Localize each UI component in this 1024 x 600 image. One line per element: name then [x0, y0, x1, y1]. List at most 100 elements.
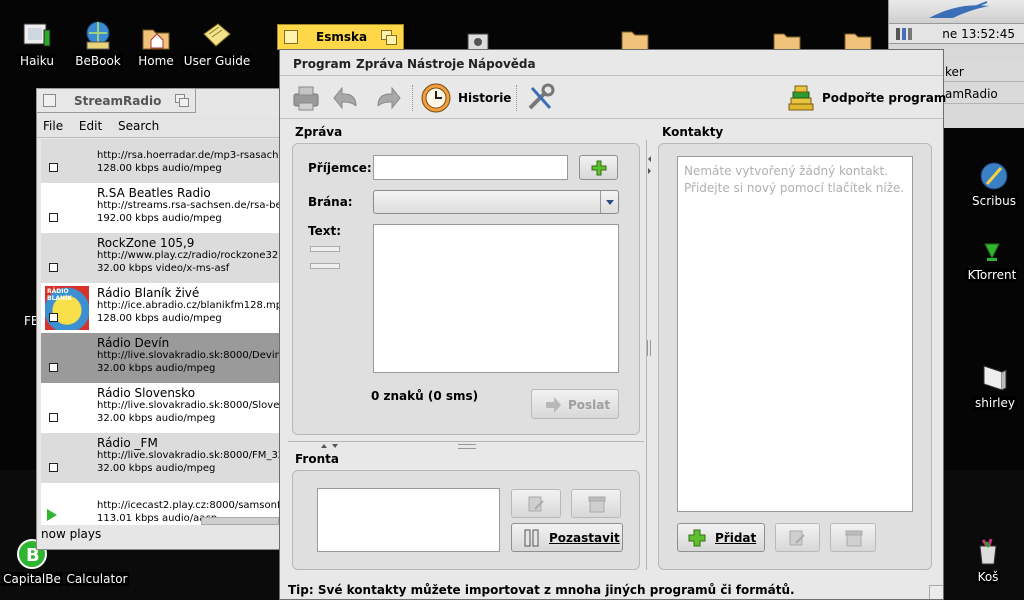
text-tool-button[interactable] [310, 263, 340, 269]
station-name: RockZone 105,9 [97, 236, 195, 250]
desktop-icon-shirley[interactable]: shirley [955, 362, 1024, 410]
print-button[interactable] [290, 82, 322, 114]
edit-queue-button[interactable] [511, 489, 561, 518]
support-button[interactable]: Podpořte program [786, 82, 946, 114]
disk-icon [978, 362, 1012, 394]
desktop-icon-ktorrent[interactable]: KTorrent [952, 240, 1024, 282]
pause-button[interactable]: Pozastavit [511, 523, 623, 552]
send-button[interactable]: Poslat [531, 389, 619, 419]
station-name: R.SA Beatles Radio [97, 186, 211, 200]
station-row[interactable]: http://rsa.hoerradar.de/mp3-rsasachs 128.… [41, 139, 279, 183]
contacts-empty-text: Nemáte vytvořený žádný kontakt. Přidejte… [684, 164, 905, 195]
splitter-arrows-icon[interactable] [647, 154, 652, 176]
resize-handle[interactable] [929, 585, 943, 599]
esmska-window: Program Zpráva Nástroje Nápověda Histori… [279, 49, 946, 600]
station-bitrate: 128.00 kbps audio/mpeg [97, 313, 222, 324]
pause-icon [524, 529, 539, 547]
station-list[interactable]: http://rsa.hoerradar.de/mp3-rsasachs 128.… [41, 139, 279, 525]
trash-icon [971, 536, 1005, 568]
window-title: StreamRadio [74, 94, 162, 108]
char-count: 0 znaků (0 sms) [371, 389, 479, 403]
undo-button[interactable] [332, 82, 362, 114]
redo-button[interactable] [372, 82, 402, 114]
gateway-label: Brána: [308, 195, 353, 209]
close-button[interactable] [284, 30, 298, 44]
menu-napoveda[interactable]: Nápověda [468, 57, 536, 71]
station-name: Rádio Devín [97, 336, 170, 350]
streamradio-window: StreamRadio File Edit Search http://rsa.… [36, 88, 284, 550]
edit-contact-button[interactable] [775, 523, 820, 552]
ktorrent-icon [975, 240, 1009, 266]
delete-queue-button[interactable] [571, 489, 621, 518]
menu-nastroje[interactable]: Nástroje [407, 57, 464, 71]
station-checkbox[interactable] [49, 163, 58, 172]
station-row[interactable]: R.SA Beatles Radio http://streams.rsa-sac… [41, 183, 279, 233]
station-url: http://live.slovakradio.sk:8000/Devin_ [97, 350, 279, 361]
delete-icon [845, 530, 863, 547]
station-row[interactable]: RockZone 105,9 http://www.play.cz/radio/r… [41, 233, 279, 283]
printer-icon [293, 86, 319, 111]
clock-icon [421, 83, 451, 113]
station-checkbox[interactable] [49, 363, 58, 372]
add-recipient-button[interactable] [579, 155, 618, 180]
station-checkbox[interactable] [49, 263, 58, 272]
text-label: Text: [308, 224, 342, 238]
desktop-icon-calculator[interactable]: Calculator [57, 548, 137, 586]
toolbar-separator [516, 85, 518, 111]
desktop-icon-scribus[interactable]: Scribus [954, 160, 1024, 208]
recipient-input[interactable] [373, 155, 568, 180]
delete-contact-button[interactable] [830, 523, 876, 552]
esmska-titlebar[interactable]: Esmska [277, 24, 404, 50]
station-checkbox[interactable] [49, 413, 58, 422]
history-button[interactable]: Historie [420, 82, 514, 114]
station-name: Rádio Slovensko [97, 386, 196, 400]
streamradio-titlebar[interactable]: StreamRadio [36, 88, 196, 113]
station-url: http://streams.rsa-sachsen.de/rsa-bea [97, 200, 279, 211]
send-label: Poslat [568, 398, 611, 412]
menu-program[interactable]: Program [293, 57, 351, 71]
menu-search[interactable]: Search [112, 117, 165, 135]
menu-zprava[interactable]: Zpráva [356, 57, 403, 71]
add-contact-button[interactable]: Přidat [677, 523, 765, 552]
settings-button[interactable] [524, 82, 556, 114]
station-row[interactable]: Rádio Devín http://live.slovakradio.sk:80… [41, 333, 279, 383]
station-bitrate: 32.00 kbps audio/mpeg [97, 413, 216, 424]
splitter-grip[interactable] [458, 444, 476, 449]
station-row[interactable]: RÁDIO BLANÍK Rádio Blaník živé http://ice.… [41, 283, 279, 333]
edit-icon [528, 496, 544, 512]
station-bitrate: 32.00 kbps audio/mpeg [97, 463, 216, 474]
list-scrollbar[interactable] [201, 517, 279, 525]
desktop-icon-user-guide[interactable]: User Guide [177, 20, 257, 68]
vertical-splitter[interactable] [646, 140, 651, 570]
menu-edit[interactable]: Edit [73, 117, 108, 135]
station-row[interactable]: Rádio Slovensko http://live.slovakradio.s… [41, 383, 279, 433]
add-contact-label: Přidat [715, 531, 757, 545]
deskbar-clock[interactable]: ne 13:52:45 [942, 27, 1015, 41]
esmska-toolbar: Historie Podpořte program [280, 77, 946, 119]
zoom-button[interactable] [175, 94, 189, 107]
desktop-icon-trash[interactable]: Koš [948, 536, 1024, 584]
queue-list[interactable] [317, 488, 500, 552]
station-row[interactable]: Rádio _FM http://live.slovakradio.sk:8000… [41, 433, 279, 483]
station-url: http://ice.abradio.cz/blanikfm128.mp3 [97, 300, 279, 311]
splitter-arrows-icon[interactable] [320, 443, 342, 450]
pause-label: Pozastavit [549, 531, 620, 545]
deskbar-logo[interactable] [889, 0, 1024, 24]
zoom-button[interactable] [381, 30, 397, 48]
close-button[interactable] [43, 94, 56, 107]
message-text-area[interactable] [373, 224, 619, 373]
tray-icons[interactable] [895, 26, 915, 42]
splitter-grip[interactable] [647, 340, 651, 356]
gateway-select[interactable] [373, 190, 619, 214]
station-checkbox[interactable] [49, 463, 58, 472]
plus-icon [591, 160, 607, 176]
coins-icon [788, 85, 814, 111]
station-checkbox[interactable] [49, 213, 58, 222]
contacts-list[interactable]: Nemáte vytvořený žádný kontakt. Přidejte… [677, 156, 913, 512]
status-text: now plays [41, 527, 102, 541]
station-checkbox[interactable] [49, 313, 58, 322]
esmska-menubar: Program Zpráva Nástroje Nápověda [280, 50, 943, 76]
play-icon[interactable] [47, 509, 57, 521]
menu-file[interactable]: File [37, 117, 69, 135]
text-tool-button[interactable] [310, 246, 340, 252]
